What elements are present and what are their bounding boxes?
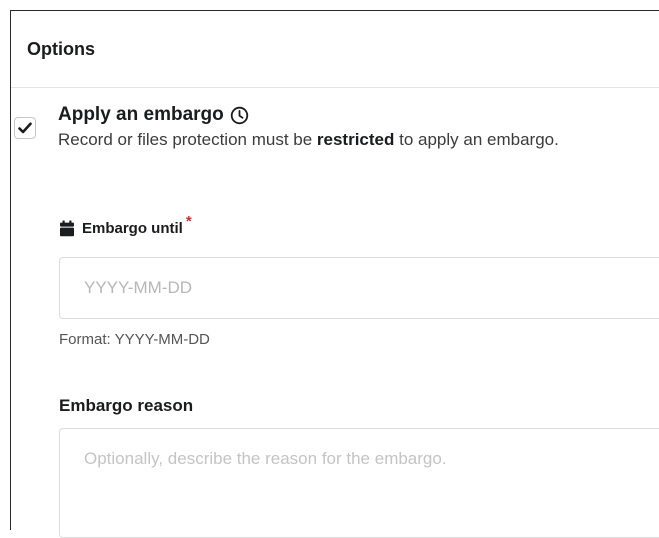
embargo-desc-bold: restricted — [316, 130, 395, 149]
required-asterisk: * — [185, 213, 192, 230]
embargo-title[interactable]: Apply an embargo — [58, 103, 618, 127]
card-title: Options — [27, 38, 95, 59]
embargo-until-text: Embargo until — [82, 220, 183, 237]
embargo-reason-textarea[interactable] — [59, 428, 659, 538]
embargo-option: Apply an embargo Record or files protect… — [14, 103, 618, 151]
embargo-title-label: Apply an embargo — [58, 104, 224, 125]
date-format-hint: Format: YYYY-MM-DD — [59, 331, 210, 348]
check-icon — [18, 122, 32, 134]
calendar-icon — [59, 220, 75, 237]
embargo-description: Record or files protection must be restr… — [58, 128, 618, 151]
embargo-reason-label: Embargo reason — [59, 396, 193, 416]
embargo-reason-text: Embargo reason — [59, 396, 194, 415]
embargo-text: Apply an embargo Record or files protect… — [58, 103, 618, 151]
clock-icon — [230, 106, 249, 125]
apply-embargo-checkbox[interactable] — [14, 117, 36, 139]
embargo-until-label: Embargo until * — [59, 213, 192, 237]
embargo-desc-after: to apply an embargo. — [394, 130, 559, 149]
embargo-until-input[interactable] — [59, 257, 659, 319]
embargo-desc-before: Record or files protection must be — [58, 130, 317, 149]
card-header: Options — [11, 11, 659, 88]
